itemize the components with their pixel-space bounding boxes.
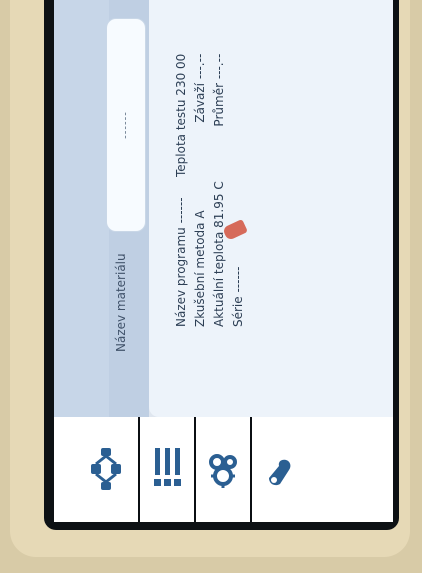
rotated-ui: Název materiálu ------ Název programu --… (54, 0, 393, 522)
wrench-icon (269, 459, 291, 486)
menu-separator (138, 417, 140, 522)
menu-tools-button[interactable] (256, 430, 300, 510)
menu-network-button[interactable] (84, 430, 128, 510)
screen-bezel: Název materiálu ------ Název programu --… (44, 0, 399, 530)
menu-list-button[interactable] (144, 430, 188, 510)
gears-icon (209, 454, 237, 488)
series-line: Série ------ (231, 266, 245, 327)
program-info: Název programu ------ Zkušební metoda A … (172, 181, 248, 327)
material-label: Název materiálu (114, 253, 128, 352)
menu-settings-button[interactable] (200, 430, 244, 510)
diameter-line: Průměr ---.-- (212, 53, 226, 127)
material-name-field[interactable]: ------ (106, 18, 146, 232)
network-icon (91, 448, 121, 490)
test-temperature-line: Teplota testu 230 00 (174, 53, 188, 177)
menu-separator (250, 417, 252, 522)
test-method-line: Zkušební metoda A (193, 210, 207, 327)
current-temperature-line: Aktuální teplota 81.95 C (212, 181, 226, 327)
program-name-line: Název programu ------ (174, 197, 188, 327)
weight-line: Závaží ---.-- (193, 53, 207, 123)
material-name-value: ------ (120, 111, 132, 139)
left-menu (54, 417, 393, 522)
list-icon (154, 448, 181, 486)
test-parameters: Teplota testu 230 00 Závaží ---.-- Průmě… (172, 54, 229, 177)
menu-separator (194, 417, 196, 522)
display: Název materiálu ------ Název programu --… (54, 0, 393, 522)
